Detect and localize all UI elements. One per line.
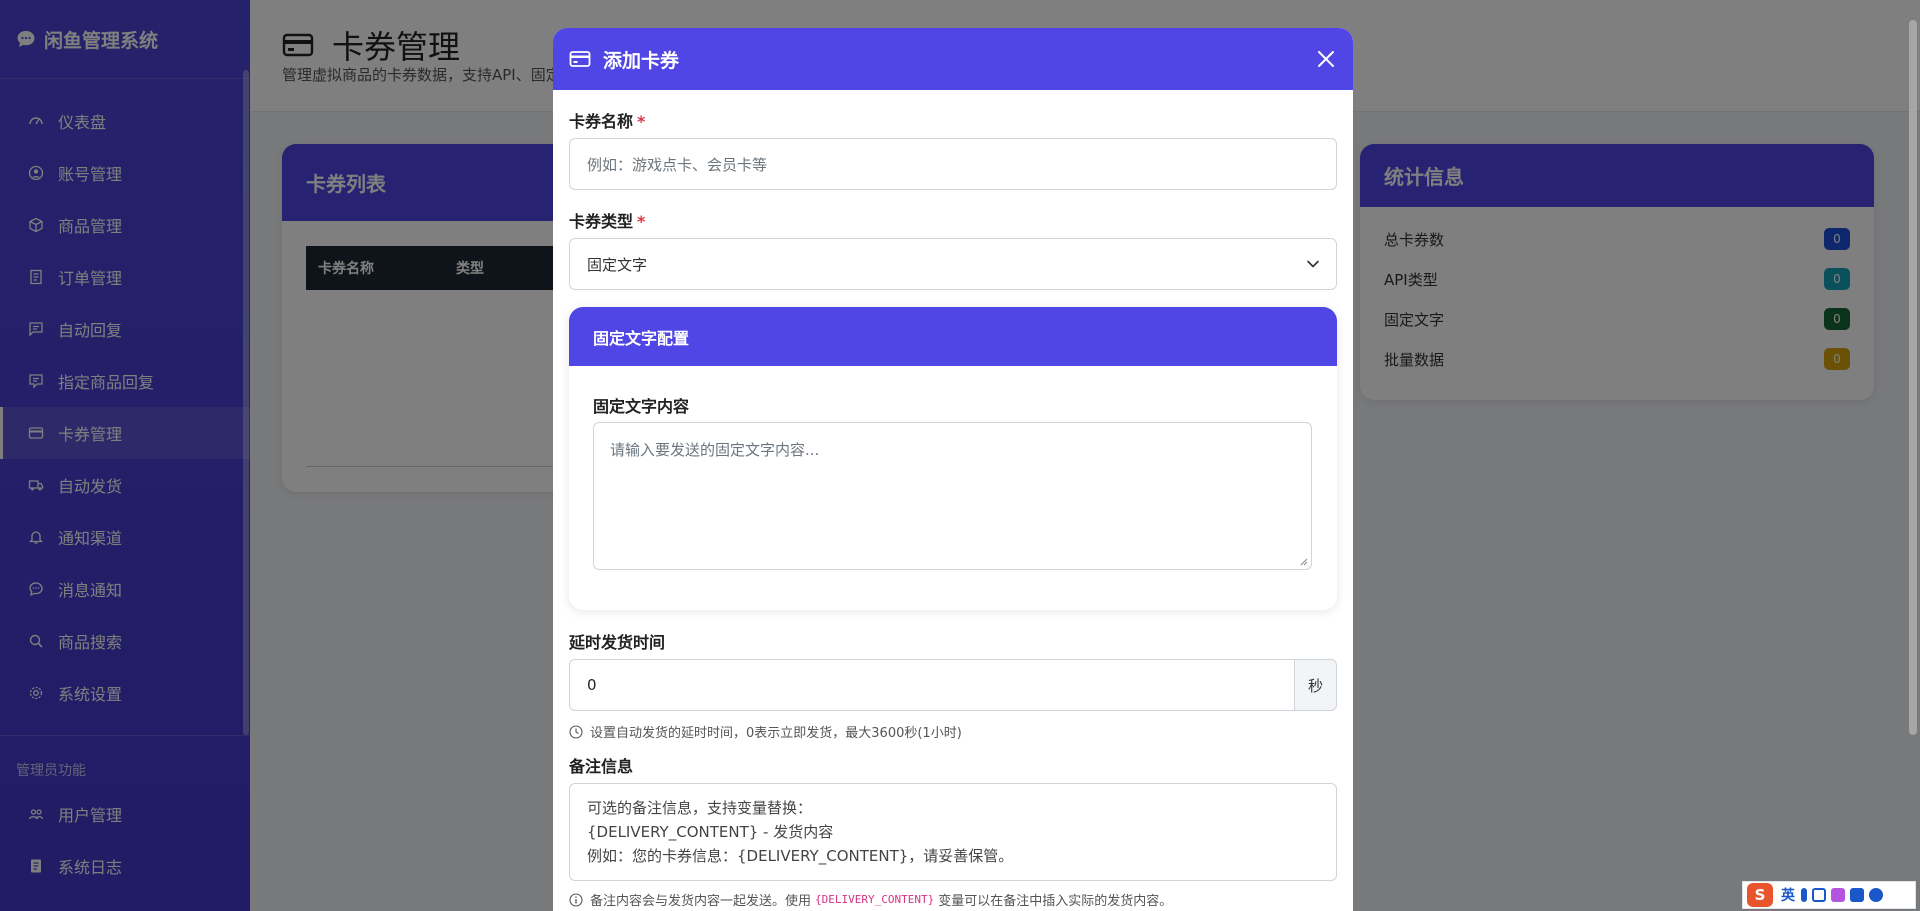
notes-placeholder-line: 可选的备注信息，支持变量替换： (587, 799, 813, 817)
modal-header: 添加卡券 (553, 28, 1353, 90)
skin-icon[interactable] (1831, 888, 1845, 902)
clock-icon (569, 724, 583, 739)
fixed-text-content-textarea[interactable]: 请输入要发送的固定文字内容... (593, 422, 1312, 570)
notes-label: 备注信息 (569, 757, 634, 776)
modal-title: 添加卡券 (603, 49, 680, 72)
variable-code: {DELIVERY_CONTENT} (815, 893, 935, 906)
page-scrollbar[interactable] (1908, 0, 1918, 911)
settings-icon[interactable] (1869, 888, 1883, 902)
type-label: 卡券类型 * (569, 212, 646, 231)
name-label: 卡券名称 * (569, 112, 646, 131)
toolbox-icon[interactable] (1850, 888, 1864, 902)
ime-logo[interactable]: S (1747, 883, 1773, 907)
config-title: 固定文字配置 (569, 307, 1337, 366)
notes-placeholder-line: 例如：您的卡券信息：{DELIVERY_CONTENT}，请妥善保管。 (587, 847, 1014, 865)
add-card-modal: 添加卡券 卡券名称 * 例如：游戏点卡、会员卡等 卡券类型 * 固定文字 固定文字配… (553, 28, 1353, 911)
card-name-input[interactable]: 例如：游戏点卡、会员卡等 (569, 138, 1337, 190)
delay-unit: 秒 (1295, 659, 1337, 711)
delay-help-text: 设置自动发货的延时时间，0表示立即发货，最大3600秒(1小时) (569, 722, 962, 741)
card-type-select[interactable]: 固定文字 (569, 238, 1337, 290)
fixed-text-config-panel: 固定文字配置 固定文字内容 请输入要发送的固定文字内容... (569, 307, 1337, 610)
notes-placeholder-line: {DELIVERY_CONTENT} - 发货内容 (587, 823, 834, 841)
ime-language[interactable]: 英 (1781, 885, 1795, 905)
chevron-down-icon (1307, 260, 1319, 268)
ime-tools (1801, 888, 1883, 902)
delay-label: 延时发货时间 (569, 633, 666, 652)
credit-card-icon (569, 51, 591, 67)
info-circle-icon (569, 892, 583, 907)
keyboard-icon[interactable] (1812, 888, 1826, 902)
notes-textarea[interactable]: 可选的备注信息，支持变量替换： {DELIVERY_CONTENT} - 发货内… (569, 783, 1337, 881)
ime-toolbar[interactable]: S 英 (1742, 881, 1916, 909)
close-icon[interactable] (1313, 46, 1339, 72)
delay-input-group: 0 秒 (569, 659, 1337, 711)
page-scrollbar-thumb[interactable] (1909, 20, 1917, 735)
content-placeholder: 请输入要发送的固定文字内容... (610, 441, 820, 459)
card-type-value: 固定文字 (587, 255, 648, 274)
resize-handle-icon[interactable] (1300, 558, 1308, 566)
delay-input[interactable]: 0 (569, 659, 1295, 711)
content-label: 固定文字内容 (593, 397, 690, 416)
notes-help-text: 备注内容会与发货内容一起发送。使用 {DELIVERY_CONTENT} 变量可以在… (569, 890, 1172, 909)
punctuation-icon[interactable] (1801, 888, 1807, 902)
